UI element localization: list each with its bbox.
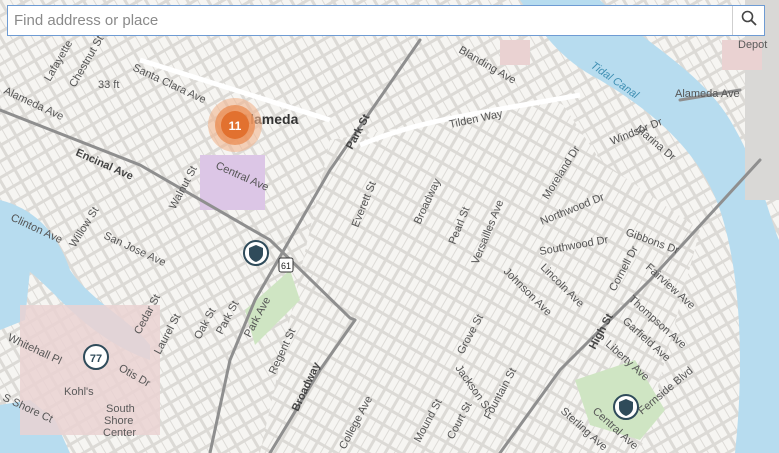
street-map[interactable]: Alameda Tidal Canal Depot Kohl's South S…: [0, 0, 779, 453]
location-marker[interactable]: [243, 240, 269, 266]
commercial-lot: [500, 40, 530, 65]
search-icon: [741, 10, 757, 31]
highway-shield-77: 77: [83, 344, 109, 370]
svg-text:South: South: [106, 403, 135, 415]
cluster-marker[interactable]: 11: [208, 98, 262, 152]
svg-text:Shore: Shore: [104, 415, 133, 427]
svg-text:61: 61: [281, 261, 291, 271]
search-input[interactable]: [8, 6, 734, 35]
search-button[interactable]: [732, 6, 764, 35]
search-bar: [7, 5, 765, 36]
svg-text:11: 11: [229, 119, 242, 133]
svg-text:Center: Center: [103, 427, 136, 439]
svg-text:Depot: Depot: [738, 39, 767, 51]
svg-text:Alameda Ave: Alameda Ave: [675, 88, 740, 100]
svg-text:33 ft: 33 ft: [98, 79, 119, 91]
highway-shield-61: 61: [278, 257, 294, 273]
svg-text:Kohl's: Kohl's: [64, 386, 94, 398]
location-marker[interactable]: [613, 394, 639, 420]
svg-text:77: 77: [90, 353, 102, 365]
